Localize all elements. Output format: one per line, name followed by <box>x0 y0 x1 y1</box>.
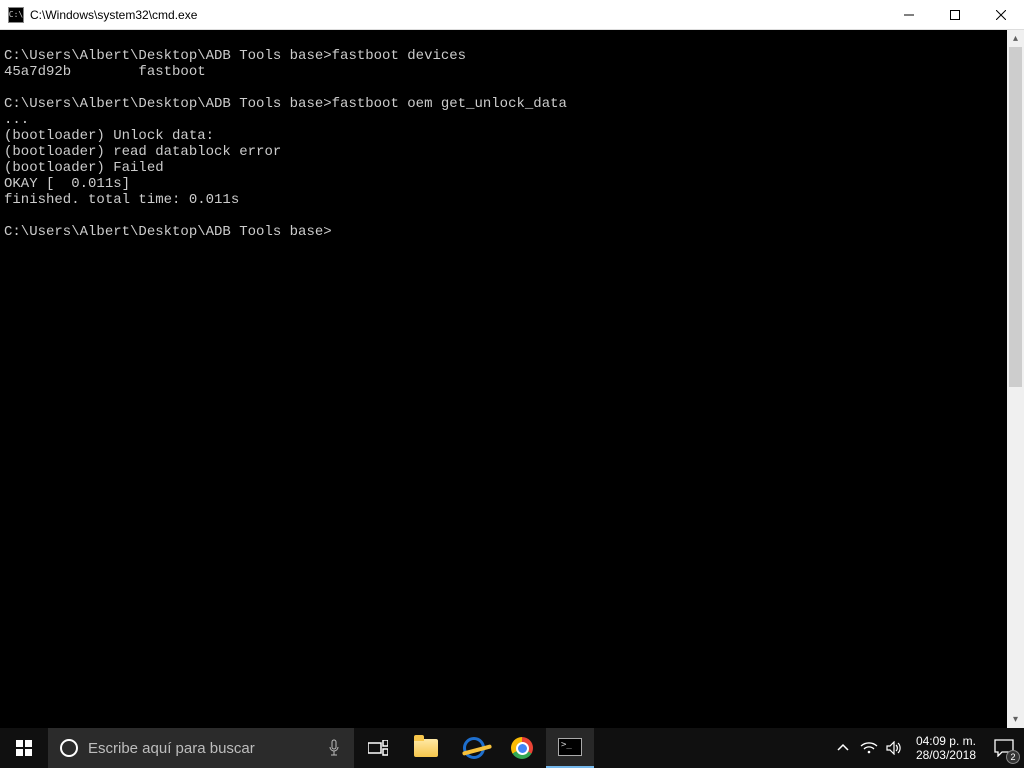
notification-badge: 2 <box>1006 750 1020 764</box>
taskbar-internet-explorer[interactable] <box>450 728 498 768</box>
clock-time: 04:09 p. m. <box>916 734 976 748</box>
tray-overflow-button[interactable] <box>830 728 856 768</box>
scroll-up-arrow[interactable]: ▴ <box>1007 30 1024 47</box>
taskbar-file-explorer[interactable] <box>402 728 450 768</box>
scrollbar[interactable]: ▴ ▾ <box>1007 30 1024 728</box>
taskbar-chrome[interactable] <box>498 728 546 768</box>
taskbar-cmd[interactable]: >_ <box>546 728 594 768</box>
cmd-icon: >_ <box>558 738 582 756</box>
taskbar: Escribe aquí para buscar >_ 04:09 p. m. … <box>0 728 1024 768</box>
ie-icon <box>463 737 485 759</box>
window-titlebar: C:\ C:\Windows\system32\cmd.exe <box>0 0 1024 30</box>
scroll-thumb[interactable] <box>1009 47 1022 387</box>
chrome-icon <box>511 737 533 759</box>
volume-icon[interactable] <box>882 728 908 768</box>
wifi-icon[interactable] <box>856 728 882 768</box>
maximize-button[interactable] <box>932 0 978 30</box>
taskbar-clock[interactable]: 04:09 p. m. 28/03/2018 <box>908 734 984 762</box>
terminal-area[interactable]: C:\Users\Albert\Desktop\ADB Tools base>f… <box>0 30 1024 728</box>
search-placeholder: Escribe aquí para buscar <box>88 740 255 757</box>
system-tray: 04:09 p. m. 28/03/2018 2 <box>830 728 1024 768</box>
task-view-button[interactable] <box>354 728 402 768</box>
cortana-icon <box>60 739 78 757</box>
window-title: C:\Windows\system32\cmd.exe <box>30 8 886 22</box>
close-button[interactable] <box>978 0 1024 30</box>
terminal-output: C:\Users\Albert\Desktop\ADB Tools base>f… <box>0 30 1024 242</box>
minimize-button[interactable] <box>886 0 932 30</box>
clock-date: 28/03/2018 <box>916 748 976 762</box>
search-box[interactable]: Escribe aquí para buscar <box>48 728 354 768</box>
action-center-button[interactable]: 2 <box>984 728 1024 768</box>
microphone-icon[interactable] <box>326 738 342 758</box>
start-button[interactable] <box>0 728 48 768</box>
cmd-app-icon: C:\ <box>8 7 24 23</box>
scroll-down-arrow[interactable]: ▾ <box>1007 711 1024 728</box>
folder-icon <box>414 739 438 757</box>
